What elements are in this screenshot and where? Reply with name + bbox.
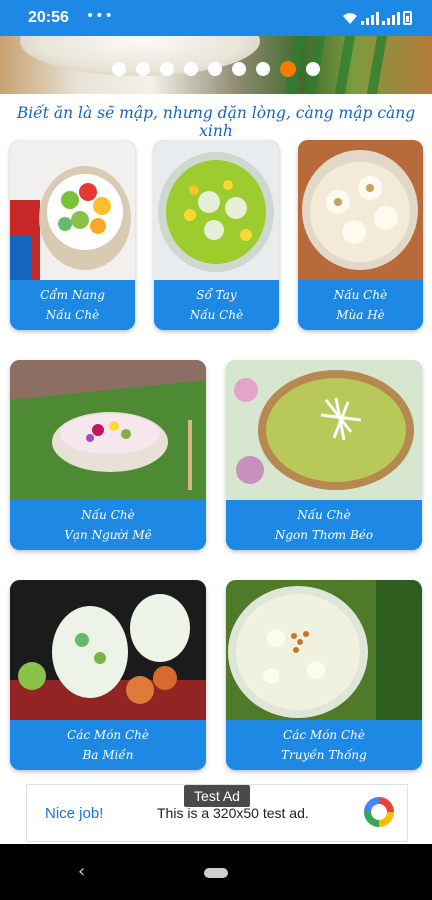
category-card[interactable]: Các Món Chè Ba Miền — [10, 580, 206, 770]
system-nav-bar: ‹ — [0, 844, 432, 900]
ad-tag-label: Test Ad — [184, 785, 250, 807]
card-title-line1: Nấu Chè — [297, 508, 351, 522]
category-card[interactable]: Nấu Chè Ngon Thơm Béo — [226, 360, 422, 550]
card-caption: Nấu Chè Mùa Hè — [298, 280, 423, 330]
back-icon[interactable]: ‹ — [78, 861, 85, 882]
carousel-pager[interactable] — [0, 61, 432, 77]
card-title-line2: Truyền Thống — [281, 748, 367, 762]
card-image — [10, 580, 206, 720]
card-title-line1: Các Món Chè — [283, 728, 365, 742]
ad-logo-icon[interactable] — [364, 797, 394, 827]
card-title-line1: Sổ Tay — [196, 288, 237, 302]
card-image — [10, 140, 135, 280]
category-card[interactable]: Nấu Chè Mùa Hè — [298, 140, 423, 330]
carousel-dot[interactable] — [112, 62, 126, 76]
home-pill-icon[interactable] — [204, 868, 228, 878]
carousel-dot[interactable] — [280, 61, 296, 77]
battery-icon — [403, 11, 412, 25]
signal-icon — [361, 12, 379, 25]
card-title-line1: Cẩm Nang — [40, 288, 105, 302]
category-card[interactable]: Cẩm Nang Nấu Chè — [10, 140, 135, 330]
card-title-line2: Nấu Chè — [189, 308, 244, 322]
carousel-dot[interactable] — [136, 62, 150, 76]
card-caption: Nấu Chè Ngon Thơm Béo — [226, 500, 422, 550]
card-title-line1: Nấu Chè — [81, 508, 135, 522]
card-caption: Các Món Chè Truyền Thống — [226, 720, 422, 770]
card-image — [10, 360, 206, 500]
card-image — [226, 360, 422, 500]
card-title-line1: Nấu Chè — [333, 288, 388, 302]
card-caption: Nấu Chè Vạn Người Mê — [10, 500, 206, 550]
status-time: 20:56 — [28, 9, 69, 26]
category-card[interactable]: Sổ Tay Nấu Chè — [154, 140, 279, 330]
card-caption: Sổ Tay Nấu Chè — [154, 280, 279, 330]
card-caption: Cẩm Nang Nấu Chè — [10, 280, 135, 330]
wifi-icon — [343, 13, 357, 24]
category-card[interactable]: Các Món Chè Truyền Thống — [226, 580, 422, 770]
system-icons — [342, 11, 412, 25]
card-title-line2: Ngon Thơm Béo — [274, 528, 374, 542]
carousel-dot[interactable] — [306, 62, 320, 76]
carousel-dot[interactable] — [256, 62, 270, 76]
carousel-dot[interactable] — [208, 62, 222, 76]
card-image — [154, 140, 279, 280]
status-bar: 20:56 ••• — [0, 0, 432, 36]
slogan-text: Biết ăn là sẽ mập, nhưng dặn lòng, càng … — [16, 104, 416, 140]
ad-headline[interactable]: Nice job! — [45, 805, 103, 822]
card-title-line1: Các Món Chè — [67, 728, 149, 742]
carousel-dot[interactable] — [232, 62, 246, 76]
carousel-dot[interactable] — [160, 62, 174, 76]
card-title-line2: Vạn Người Mê — [64, 528, 152, 542]
carousel-dot[interactable] — [184, 62, 198, 76]
signal-icon — [382, 12, 400, 25]
card-title-line2: Nấu Chè — [45, 308, 100, 322]
card-image — [226, 580, 422, 720]
card-caption: Các Món Chè Ba Miền — [10, 720, 206, 770]
notification-dots-icon: ••• — [86, 8, 114, 24]
card-title-line2: Mùa Hè — [336, 308, 385, 322]
card-image — [298, 140, 423, 280]
ad-body-text[interactable]: This is a 320x50 test ad. — [157, 805, 309, 821]
category-card[interactable]: Nấu Chè Vạn Người Mê — [10, 360, 206, 550]
card-title-line2: Ba Miền — [82, 748, 134, 762]
